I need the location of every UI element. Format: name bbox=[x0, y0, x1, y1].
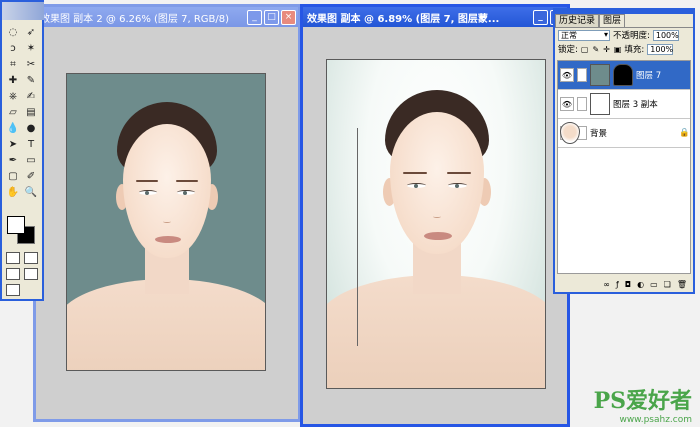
healing-icon[interactable]: ✚ bbox=[5, 74, 21, 88]
color-swatches bbox=[7, 216, 39, 246]
hand-icon[interactable]: ✋ bbox=[5, 186, 21, 200]
standard-mode-icon[interactable] bbox=[6, 252, 20, 264]
layer-style-icon[interactable]: ƒ bbox=[616, 280, 619, 289]
layer-thumbnail bbox=[590, 93, 610, 115]
shape-icon[interactable]: ▭ bbox=[23, 154, 39, 168]
type-icon[interactable]: T bbox=[23, 138, 39, 152]
document-window-left[interactable]: 效果图 副本 2 @ 6.26% (图层 7, RGB/8) _ □ × bbox=[33, 4, 301, 422]
lock-label: 锁定: bbox=[558, 45, 578, 55]
lock-row: 锁定: ▢ ✎ ✛ ▣ 填充: 100% bbox=[555, 42, 693, 56]
lock-icon: 🔒 bbox=[679, 128, 690, 138]
feather-logo-icon bbox=[2, 2, 44, 20]
layer-row[interactable]: 👁 图层 7 bbox=[558, 61, 690, 90]
history-brush-icon[interactable]: ✍ bbox=[23, 90, 39, 104]
lock-pixels-icon[interactable]: ✎ bbox=[592, 45, 599, 54]
link-icon[interactable] bbox=[577, 97, 587, 111]
brush-link-icon[interactable] bbox=[577, 68, 587, 82]
layers-list: 👁 图层 7 👁 图层 3 副本 👁 背景 🔒 bbox=[557, 60, 691, 274]
document-title-left: 效果图 副本 2 @ 6.26% (图层 7, RGB/8) bbox=[40, 13, 230, 25]
path-select-icon[interactable]: ➤ bbox=[5, 138, 21, 152]
crop-icon[interactable]: ⌗ bbox=[5, 58, 21, 72]
tool-grid: ◌ ➶ ↄ ✶ ⌗ ✂ ✚ ✎ ⎈ ✍ ▱ ▤ 💧 ● ➤ T ✒ ▭ ▢ ✐ … bbox=[5, 26, 41, 200]
panel-footer: ∞ ƒ ◘ ◐ ▭ ❏ 🗑 bbox=[555, 276, 693, 292]
move-icon[interactable]: ➶ bbox=[23, 26, 39, 40]
opacity-label: 不透明度: bbox=[613, 31, 650, 41]
trash-icon[interactable]: 🗑 bbox=[677, 280, 687, 289]
document-titlebar-right[interactable]: 效果图 副本 @ 6.89% (图层 7, 图层蒙... _ □ bbox=[303, 7, 567, 27]
document-titlebar-left[interactable]: 效果图 副本 2 @ 6.26% (图层 7, RGB/8) _ □ × bbox=[36, 7, 298, 27]
maximize-button[interactable]: □ bbox=[264, 9, 279, 25]
toolbox-panel[interactable]: ◌ ➶ ↄ ✶ ⌗ ✂ ✚ ✎ ⎈ ✍ ▱ ▤ 💧 ● ➤ T ✒ ▭ ▢ ✐ … bbox=[0, 0, 44, 301]
layer-name: 图层 3 副本 bbox=[613, 100, 658, 110]
group-icon[interactable]: ▭ bbox=[650, 280, 658, 289]
blend-row: 正常 不透明度: 100% bbox=[555, 28, 693, 42]
new-layer-icon[interactable]: ❏ bbox=[664, 280, 671, 289]
gradient-icon[interactable]: ▤ bbox=[23, 106, 39, 120]
layer-row[interactable]: 👁 图层 3 副本 bbox=[558, 90, 690, 119]
tab-layers[interactable]: 图层 bbox=[599, 14, 626, 27]
watermark-url: www.psahz.com bbox=[619, 415, 692, 425]
jump-to-imageready-icon[interactable] bbox=[6, 284, 20, 296]
layer-thumbnail bbox=[560, 122, 580, 144]
photoshop-workspace: 效果图 副本 2 @ 6.26% (图层 7, RGB/8) _ □ × 效果图… bbox=[0, 0, 700, 427]
watermark-brand: PS爱好者 bbox=[593, 388, 692, 414]
blur-icon[interactable]: 💧 bbox=[5, 122, 21, 136]
canvas-area-left[interactable] bbox=[36, 27, 298, 419]
layer-row[interactable]: 👁 背景 🔒 bbox=[558, 119, 690, 148]
mode-buttons bbox=[6, 252, 42, 296]
quick-mask-icon[interactable] bbox=[24, 252, 38, 264]
document-window-right[interactable]: 效果图 副本 @ 6.89% (图层 7, 图层蒙... _ □ bbox=[300, 4, 570, 427]
lock-position-icon[interactable]: ✛ bbox=[603, 45, 610, 54]
brush-icon[interactable]: ✎ bbox=[23, 74, 39, 88]
opacity-input[interactable]: 100% bbox=[652, 29, 679, 41]
screen-mode-standard-icon[interactable] bbox=[6, 268, 20, 280]
eraser-icon[interactable]: ▱ bbox=[5, 106, 21, 120]
eyedropper-icon[interactable]: ✐ bbox=[23, 170, 39, 184]
lasso-icon[interactable]: ↄ bbox=[5, 42, 21, 56]
close-button[interactable]: × bbox=[281, 9, 296, 25]
lock-transparency-icon[interactable]: ▢ bbox=[581, 45, 589, 54]
foreground-color-swatch[interactable] bbox=[7, 216, 25, 234]
visibility-eye-icon[interactable]: 👁 bbox=[560, 97, 574, 111]
lock-icons: ▢ ✎ ✛ ▣ bbox=[581, 45, 622, 54]
tab-history[interactable]: 历史记录 bbox=[555, 14, 600, 27]
blend-mode-select[interactable]: 正常 bbox=[558, 29, 610, 41]
link-layers-icon[interactable]: ∞ bbox=[603, 280, 610, 289]
adjustment-icon[interactable]: ◐ bbox=[637, 280, 644, 289]
pen-icon[interactable]: ✒ bbox=[5, 154, 21, 168]
document-title-right: 效果图 副本 @ 6.89% (图层 7, 图层蒙... bbox=[307, 13, 500, 25]
panel-tabs: 历史记录 图层 bbox=[555, 14, 693, 28]
dodge-icon[interactable]: ● bbox=[23, 122, 39, 136]
layer-name: 背景 bbox=[590, 129, 608, 139]
stamp-icon[interactable]: ⎈ bbox=[5, 90, 21, 104]
marquee-icon[interactable]: ◌ bbox=[5, 26, 21, 40]
screen-mode-full-icon[interactable] bbox=[24, 268, 38, 280]
minimize-button[interactable]: _ bbox=[533, 9, 548, 25]
layer-thumbnail bbox=[590, 64, 610, 86]
zoom-icon[interactable]: 🔍 bbox=[23, 186, 39, 200]
visibility-eye-icon[interactable]: 👁 bbox=[560, 68, 574, 82]
watermark-logo: PS爱好者 www.psahz.com bbox=[594, 383, 692, 425]
lock-all-icon[interactable]: ▣ bbox=[614, 45, 622, 54]
canvas-area-right[interactable] bbox=[303, 27, 567, 424]
layer-name: 图层 7 bbox=[636, 71, 662, 81]
mask-icon[interactable]: ◘ bbox=[625, 280, 631, 289]
fill-input[interactable]: 100% bbox=[647, 43, 674, 55]
notes-icon[interactable]: ▢ bbox=[5, 170, 21, 184]
minimize-button[interactable]: _ bbox=[247, 9, 262, 25]
portrait-image-right bbox=[326, 59, 546, 389]
portrait-image-left bbox=[66, 73, 266, 371]
slice-icon[interactable]: ✂ bbox=[23, 58, 39, 72]
measure-guide-line bbox=[357, 128, 358, 346]
layers-panel[interactable]: 历史记录 图层 正常 不透明度: 100% 锁定: ▢ ✎ ✛ ▣ 填充: 10… bbox=[553, 8, 695, 294]
magic-wand-icon[interactable]: ✶ bbox=[23, 42, 39, 56]
fill-label: 填充: bbox=[624, 45, 645, 55]
layer-mask-thumbnail[interactable] bbox=[613, 64, 633, 86]
